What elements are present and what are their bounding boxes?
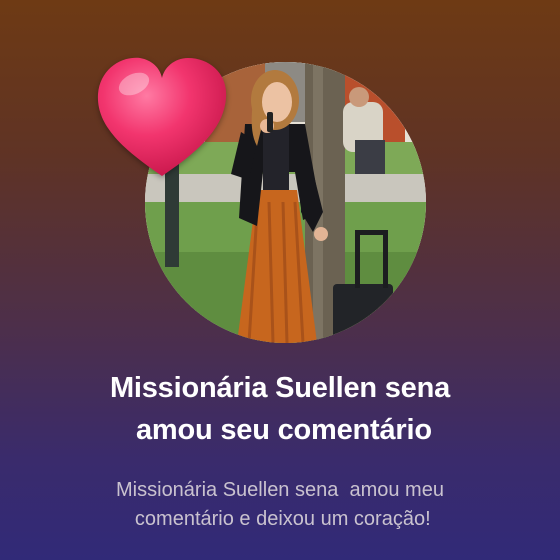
notification-message-line-1: Missionária Suellen sena amou meu <box>116 479 444 501</box>
heart-icon <box>94 54 230 180</box>
notification-message-line-2: comentário e deixou um coração! <box>129 508 431 530</box>
heart-reaction-notification[interactable]: Missionária Suellen sena amou seu coment… <box>0 0 560 560</box>
notification-title-line-2: amou seu comentário <box>128 414 432 446</box>
notification-message: Missionária Suellen sena amou meu coment… <box>0 476 560 534</box>
notification-title-line-1: Missionária Suellen sena <box>109 372 451 404</box>
notification-title: Missionária Suellen sena amou seu coment… <box>0 367 560 451</box>
